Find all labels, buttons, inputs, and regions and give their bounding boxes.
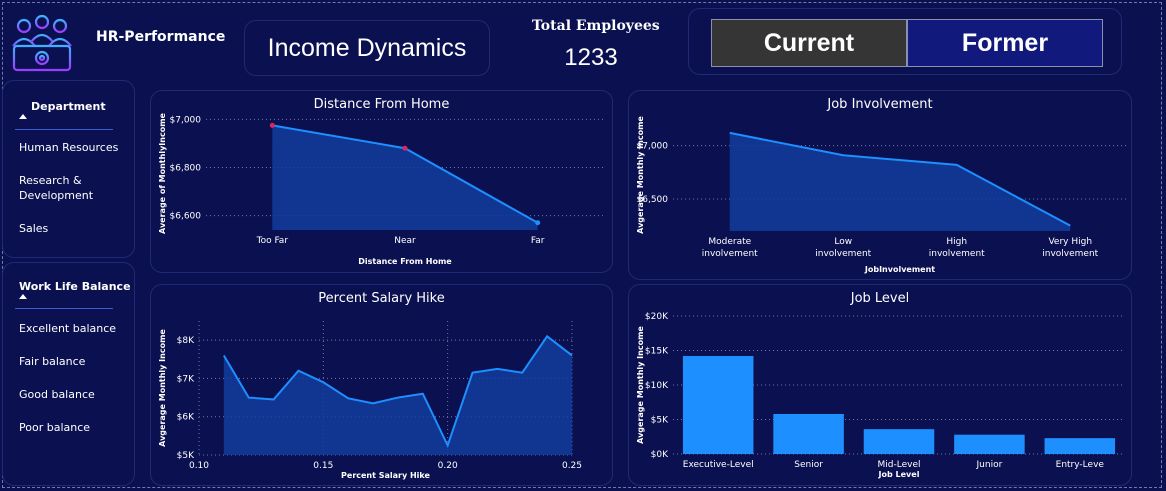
y-tick-label: $7,000 bbox=[170, 115, 202, 125]
x-tick-label: Moderate involvement bbox=[702, 237, 758, 259]
bar bbox=[863, 429, 935, 454]
x-axis-label: JobInvolvement bbox=[864, 265, 935, 274]
y-axis-label: Avgerage Monthly Income bbox=[158, 329, 167, 447]
distance-from-home-chart: Distance From Home $6,600 $6,800 $7,000 Too… bbox=[150, 90, 613, 273]
app-title: HR-Performance bbox=[96, 29, 226, 45]
job-involvement-chart: Job Involvement $6,500 $7,000 Moderate invo… bbox=[628, 90, 1132, 280]
x-tick-label: 0.10 bbox=[189, 461, 209, 471]
y-tick-label: $0K bbox=[651, 450, 669, 460]
x-tick-label: Too Far bbox=[256, 236, 289, 246]
work-life-balance-slicer-title: Work Life Balance bbox=[19, 280, 131, 293]
area-fill bbox=[729, 132, 1071, 231]
slicer-item-excellent-balance[interactable]: Excellent balance bbox=[19, 321, 116, 336]
x-tick-label: Mid-Level bbox=[878, 460, 921, 470]
y-tick-label: $8K bbox=[177, 336, 195, 346]
slicer-item-research-development[interactable]: Research & Development bbox=[19, 173, 119, 203]
percent-salary-hike-chart: Percent Salary Hike $5K $6K $7K $8K 0.10 0.15… bbox=[150, 284, 613, 486]
bar bbox=[954, 434, 1025, 454]
x-tick-label: Near bbox=[394, 236, 416, 246]
y-tick-label: $5K bbox=[651, 416, 669, 426]
bar bbox=[682, 356, 754, 454]
x-tick-label: Junior bbox=[976, 460, 1003, 470]
hr-team-logo-icon bbox=[10, 12, 74, 72]
distance-from-home-svg: $6,600 $6,800 $7,000 Too Far Near Far Distance… bbox=[158, 112, 604, 266]
employee-status-toggle: Current Former bbox=[688, 8, 1122, 75]
y-tick-label: $6K bbox=[177, 413, 195, 423]
x-axis-label: Job Level bbox=[878, 470, 920, 479]
former-button[interactable]: Former bbox=[907, 19, 1103, 67]
department-slicer-title: Department bbox=[31, 100, 106, 113]
bar bbox=[773, 413, 844, 454]
y-tick-label: $5K bbox=[177, 451, 195, 461]
job-level-chart: Job Level $0K $5K $10K $15K $20K Executive-Le… bbox=[628, 284, 1132, 486]
job-involvement-svg: $6,500$7,000Moderate involvementLow involv… bbox=[636, 116, 1127, 274]
y-tick-label: $6,800 bbox=[170, 163, 202, 173]
x-tick-label: 0.25 bbox=[562, 461, 582, 471]
x-tick-label: 0.15 bbox=[313, 461, 333, 471]
kpi-value: 1233 bbox=[564, 44, 618, 71]
current-button[interactable]: Current bbox=[711, 19, 907, 67]
x-tick-label: Entry-Leve bbox=[1056, 460, 1105, 470]
slicer-item-sales[interactable]: Sales bbox=[19, 221, 48, 236]
work-life-balance-slicer: Work Life Balance Excellent balance Fair… bbox=[2, 262, 135, 486]
x-tick-label: Senior bbox=[794, 460, 823, 470]
collapse-caret-icon[interactable] bbox=[19, 114, 27, 119]
data-point bbox=[535, 220, 541, 226]
y-tick-label: $7K bbox=[177, 374, 195, 384]
collapse-caret-icon[interactable] bbox=[19, 294, 27, 299]
y-tick-label: $20K bbox=[645, 312, 669, 322]
y-axis-label: Average of MonthlyIncome bbox=[158, 112, 167, 233]
page-title: Income Dynamics bbox=[244, 20, 490, 76]
y-axis-label: Avgerage Monthly Income bbox=[636, 326, 645, 444]
bar bbox=[1044, 438, 1116, 454]
y-tick-label: $10K bbox=[645, 381, 669, 391]
y-tick-label: $6,600 bbox=[170, 212, 202, 222]
y-axis-label: Avgerage Monthly Income bbox=[636, 116, 645, 234]
slicer-item-poor-balance[interactable]: Poor balance bbox=[19, 420, 90, 435]
x-tick-label: Low involvement bbox=[815, 237, 871, 259]
x-tick-label: Very High involvement bbox=[1042, 237, 1098, 259]
x-axis-label: Percent Salary Hike bbox=[341, 471, 430, 480]
area-fill bbox=[272, 125, 538, 230]
x-axis-label: Distance From Home bbox=[358, 257, 452, 266]
department-slicer: Department Human Resources Research & De… bbox=[2, 80, 135, 258]
slicer-item-fair-balance[interactable]: Fair balance bbox=[19, 354, 85, 369]
x-tick-label: High involvement bbox=[929, 237, 985, 259]
data-point bbox=[402, 145, 408, 151]
data-point bbox=[269, 122, 275, 128]
slicer-divider bbox=[15, 308, 113, 309]
slicer-item-good-balance[interactable]: Good balance bbox=[19, 387, 95, 402]
slicer-item-human-resources[interactable]: Human Resources bbox=[19, 140, 118, 155]
job-level-svg: $0K $5K $10K $15K $20K Executive-Level Senior M… bbox=[636, 312, 1125, 479]
x-tick-label: 0.20 bbox=[438, 461, 458, 471]
y-tick-label: $15K bbox=[645, 347, 669, 357]
percent-salary-hike-svg: $5K $6K $7K $8K 0.10 0.15 0.20 0.25 Percent Sala… bbox=[158, 321, 582, 480]
x-tick-label: Executive-Level bbox=[683, 460, 754, 470]
slicer-divider bbox=[15, 129, 113, 130]
x-tick-label: Far bbox=[531, 236, 545, 246]
kpi-label: Total Employees bbox=[532, 18, 660, 34]
